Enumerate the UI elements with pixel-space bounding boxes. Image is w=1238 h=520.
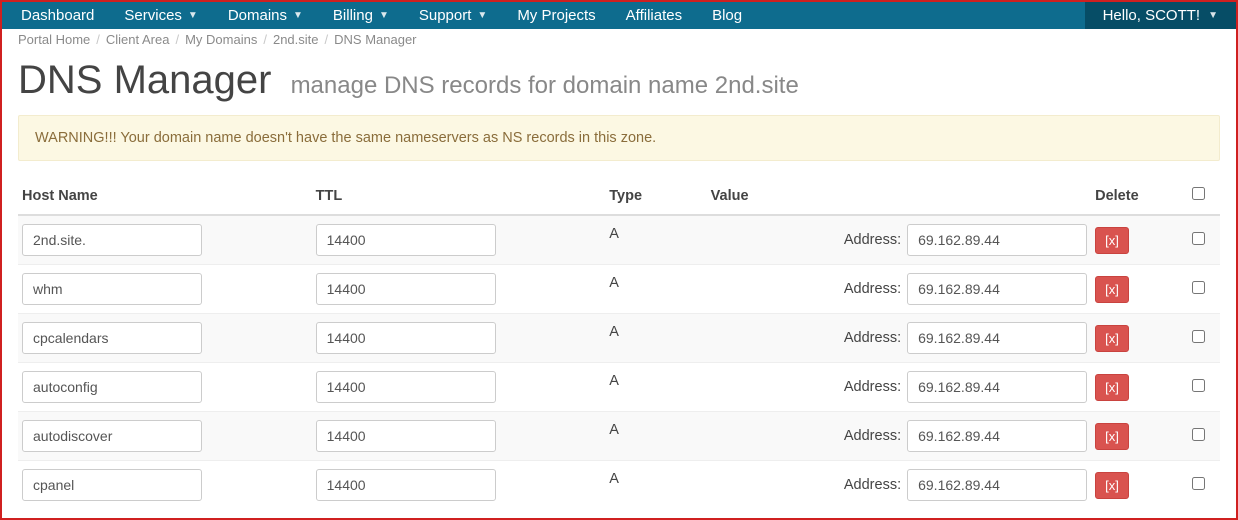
page-title: DNS Manager manage DNS records for domai… xyxy=(18,59,1220,101)
breadcrumb-item[interactable]: Portal Home xyxy=(18,32,90,47)
delete-button[interactable]: [x] xyxy=(1095,325,1129,352)
warning-text: WARNING!!! Your domain name doesn't have… xyxy=(35,130,656,146)
type-cell: A xyxy=(605,265,706,314)
table-row: A Address: [x] xyxy=(18,461,1220,510)
row-select-checkbox[interactable] xyxy=(1192,477,1205,490)
nav-item-dashboard[interactable]: Dashboard xyxy=(6,2,109,29)
user-menu-label: Hello, SCOTT! xyxy=(1103,7,1201,24)
col-header-select xyxy=(1178,179,1220,215)
nav-item-domains[interactable]: Domains ▼ xyxy=(213,2,318,29)
warning-alert: WARNING!!! Your domain name doesn't have… xyxy=(18,115,1220,161)
type-cell: A xyxy=(605,461,706,510)
col-header-value: Value xyxy=(707,179,1091,215)
table-row: A Address: [x] xyxy=(18,215,1220,265)
ttl-input[interactable] xyxy=(316,420,496,452)
host-input[interactable] xyxy=(22,224,202,256)
address-input[interactable] xyxy=(907,469,1087,501)
ttl-input[interactable] xyxy=(316,273,496,305)
address-label: Address: xyxy=(844,232,901,248)
page-title-text: DNS Manager xyxy=(18,58,271,102)
nav-item-services[interactable]: Services ▼ xyxy=(109,2,212,29)
chevron-down-icon: ▼ xyxy=(293,10,303,21)
address-input[interactable] xyxy=(907,322,1087,354)
address-label: Address: xyxy=(844,330,901,346)
breadcrumb-item[interactable]: Client Area xyxy=(106,32,170,47)
main-content: DNS Manager manage DNS records for domai… xyxy=(2,49,1236,509)
chevron-down-icon: ▼ xyxy=(379,10,389,21)
nav-item-label: My Projects xyxy=(517,7,595,24)
col-header-ttl: TTL xyxy=(312,179,606,215)
type-cell: A xyxy=(605,314,706,363)
user-menu[interactable]: Hello, SCOTT! ▼ xyxy=(1085,2,1236,29)
nav-item-billing[interactable]: Billing ▼ xyxy=(318,2,404,29)
host-input[interactable] xyxy=(22,420,202,452)
nav-item-label: Billing xyxy=(333,7,373,24)
table-row: A Address: [x] xyxy=(18,314,1220,363)
address-label: Address: xyxy=(844,428,901,444)
nav-item-support[interactable]: Support ▼ xyxy=(404,2,502,29)
page-subtitle: manage DNS records for domain name 2nd.s… xyxy=(291,72,799,99)
nav-left: DashboardServices▼Domains▼Billing▼Suppor… xyxy=(6,2,757,29)
nav-item-my-projects[interactable]: My Projects xyxy=(502,2,610,29)
breadcrumb: Portal Home / Client Area / My Domains / 2nd.s… xyxy=(2,28,1236,49)
nav-item-label: Domains xyxy=(228,7,287,24)
top-navbar: DashboardServices▼Domains▼Billing▼Suppor… xyxy=(2,2,1236,29)
delete-button[interactable]: [x] xyxy=(1095,276,1129,303)
host-input[interactable] xyxy=(22,469,202,501)
type-cell: A xyxy=(605,215,706,265)
chevron-down-icon: ▼ xyxy=(188,10,198,21)
delete-button[interactable]: [x] xyxy=(1095,423,1129,450)
nav-item-label: Dashboard xyxy=(21,7,94,24)
nav-item-label: Blog xyxy=(712,7,742,24)
breadcrumb-separator: / xyxy=(175,32,179,47)
delete-button[interactable]: [x] xyxy=(1095,374,1129,401)
select-all-checkbox[interactable] xyxy=(1192,187,1205,200)
type-cell: A xyxy=(605,412,706,461)
table-row: A Address: [x] xyxy=(18,265,1220,314)
address-input[interactable] xyxy=(907,420,1087,452)
delete-button[interactable]: [x] xyxy=(1095,472,1129,499)
breadcrumb-item[interactable]: My Domains xyxy=(185,32,257,47)
host-input[interactable] xyxy=(22,322,202,354)
nav-item-label: Affiliates xyxy=(626,7,682,24)
address-input[interactable] xyxy=(907,224,1087,256)
type-cell: A xyxy=(605,363,706,412)
table-header-row: Host Name TTL Type Value Delete xyxy=(18,179,1220,215)
col-header-delete: Delete xyxy=(1091,179,1178,215)
ttl-input[interactable] xyxy=(316,224,496,256)
nav-item-blog[interactable]: Blog xyxy=(697,2,757,29)
col-header-host: Host Name xyxy=(18,179,312,215)
dns-records-table: Host Name TTL Type Value Delete A Address… xyxy=(18,179,1220,509)
table-row: A Address: [x] xyxy=(18,363,1220,412)
row-select-checkbox[interactable] xyxy=(1192,330,1205,343)
row-select-checkbox[interactable] xyxy=(1192,232,1205,245)
ttl-input[interactable] xyxy=(316,322,496,354)
col-header-type: Type xyxy=(605,179,706,215)
address-label: Address: xyxy=(844,281,901,297)
row-select-checkbox[interactable] xyxy=(1192,428,1205,441)
nav-item-label: Support xyxy=(419,7,472,24)
chevron-down-icon: ▼ xyxy=(1208,10,1218,21)
table-row: A Address: [x] xyxy=(18,412,1220,461)
nav-item-affiliates[interactable]: Affiliates xyxy=(611,2,697,29)
address-input[interactable] xyxy=(907,273,1087,305)
ttl-input[interactable] xyxy=(316,371,496,403)
ttl-input[interactable] xyxy=(316,469,496,501)
row-select-checkbox[interactable] xyxy=(1192,281,1205,294)
chevron-down-icon: ▼ xyxy=(477,10,487,21)
row-select-checkbox[interactable] xyxy=(1192,379,1205,392)
host-input[interactable] xyxy=(22,273,202,305)
host-input[interactable] xyxy=(22,371,202,403)
breadcrumb-item[interactable]: 2nd.site xyxy=(273,32,319,47)
delete-button[interactable]: [x] xyxy=(1095,227,1129,254)
address-label: Address: xyxy=(844,379,901,395)
breadcrumb-item: DNS Manager xyxy=(334,32,416,47)
breadcrumb-separator: / xyxy=(263,32,267,47)
address-label: Address: xyxy=(844,477,901,493)
nav-item-label: Services xyxy=(124,7,182,24)
breadcrumb-separator: / xyxy=(96,32,100,47)
address-input[interactable] xyxy=(907,371,1087,403)
breadcrumb-separator: / xyxy=(325,32,329,47)
